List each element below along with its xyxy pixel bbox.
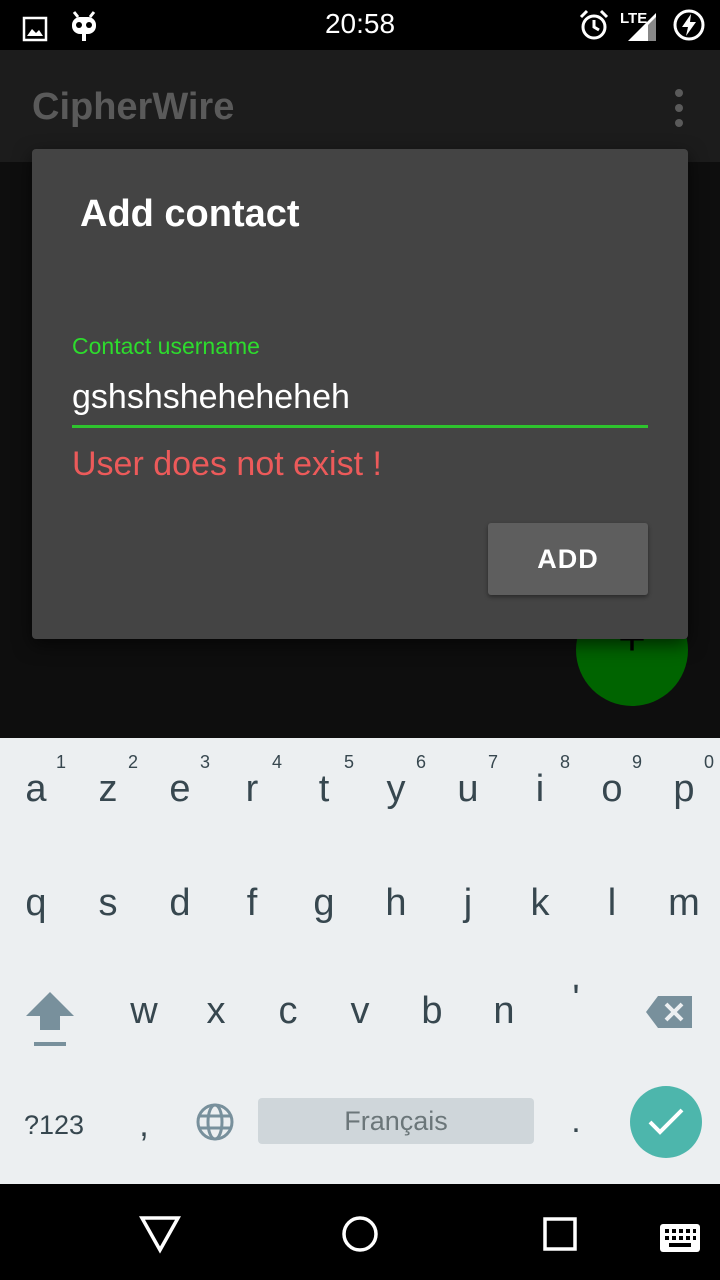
- check-icon: [648, 1108, 684, 1135]
- key-label: a: [25, 768, 47, 810]
- key-j[interactable]: j: [432, 846, 504, 954]
- shift-icon[interactable]: [24, 990, 76, 1052]
- key-label: ,: [139, 1106, 149, 1144]
- key-l[interactable]: l: [576, 846, 648, 954]
- key-label: ': [572, 978, 580, 1020]
- key-y[interactable]: 6y: [360, 738, 432, 846]
- key-label: y: [386, 768, 406, 810]
- key-u[interactable]: 7u: [432, 738, 504, 846]
- key-label: l: [607, 882, 617, 924]
- key-label: t: [318, 768, 330, 810]
- battery-charging-icon: [673, 9, 705, 41]
- key-label: f: [246, 882, 258, 924]
- alarm-icon: [579, 9, 609, 40]
- key-z[interactable]: 2z: [72, 738, 144, 846]
- key-label: v: [350, 990, 370, 1032]
- key-label: u: [457, 768, 479, 810]
- key-s[interactable]: s: [72, 846, 144, 954]
- key-label: n: [493, 990, 515, 1032]
- key-label: ?123: [23, 1110, 85, 1140]
- app-title: CipherWire: [32, 86, 235, 128]
- key-k[interactable]: k: [504, 846, 576, 954]
- key-label: z: [98, 768, 118, 810]
- signal-icon: [628, 13, 656, 41]
- key-label: r: [245, 768, 259, 810]
- key-e[interactable]: 3e: [144, 738, 216, 846]
- key-label: c: [278, 990, 298, 1032]
- key-r[interactable]: 4r: [216, 738, 288, 846]
- back-icon[interactable]: [138, 1212, 182, 1256]
- key-label: o: [601, 768, 623, 810]
- key-q[interactable]: q: [0, 846, 72, 954]
- key-label: p: [673, 768, 695, 810]
- recents-icon[interactable]: [538, 1212, 582, 1256]
- key-h[interactable]: h: [360, 846, 432, 954]
- key-c[interactable]: c: [252, 954, 324, 1062]
- dialog-title: Add contact: [80, 193, 300, 235]
- key-p[interactable]: 0p: [648, 738, 720, 846]
- key-label: s: [98, 882, 118, 924]
- key-x[interactable]: x: [180, 954, 252, 1062]
- error-message: User does not exist !: [72, 445, 382, 483]
- key-label: d: [169, 882, 191, 924]
- key-w[interactable]: w: [108, 954, 180, 1062]
- status-bar: 20:58 LTE: [0, 0, 720, 50]
- key-label: k: [530, 882, 550, 924]
- key-b[interactable]: b: [396, 954, 468, 1062]
- add-contact-dialog: Add contact Contact username User does n…: [32, 149, 688, 639]
- key-f[interactable]: f: [216, 846, 288, 954]
- backspace-icon[interactable]: [644, 994, 694, 1030]
- key-v[interactable]: v: [324, 954, 396, 1062]
- period-key[interactable]: .: [540, 1062, 612, 1170]
- space-bar[interactable]: Français: [258, 1098, 534, 1144]
- key-label: j: [463, 882, 473, 924]
- key-label: q: [25, 882, 47, 924]
- soft-keyboard: 1a 2z 3e 4r 5t 6y 7u 8i 9o 0p q s d f g …: [0, 738, 720, 1184]
- symbols-key[interactable]: ?123: [18, 1062, 90, 1170]
- key-label: x: [206, 990, 226, 1032]
- add-button[interactable]: ADD: [488, 523, 648, 595]
- key-i[interactable]: 8i: [504, 738, 576, 846]
- globe-icon[interactable]: [195, 1102, 235, 1142]
- status-time: 20:58: [324, 8, 396, 39]
- key-n[interactable]: n: [468, 954, 540, 1062]
- key-label: m: [668, 882, 700, 924]
- key-label: .: [571, 1102, 581, 1140]
- app-bar: CipherWire: [0, 50, 720, 162]
- contact-username-input[interactable]: [72, 369, 648, 428]
- key-o[interactable]: 9o: [576, 738, 648, 846]
- keyboard-switch-icon[interactable]: [658, 1216, 702, 1260]
- done-button[interactable]: [630, 1086, 702, 1158]
- key-label: h: [385, 882, 407, 924]
- key-label: e: [169, 768, 191, 810]
- contact-username-label: Contact username: [72, 333, 260, 359]
- key-a[interactable]: 1a: [0, 738, 72, 846]
- key-g[interactable]: g: [288, 846, 360, 954]
- key-label: b: [421, 990, 443, 1032]
- key-label: g: [313, 882, 335, 924]
- comma-key[interactable]: ,: [108, 1062, 180, 1170]
- home-icon[interactable]: [338, 1212, 382, 1256]
- key-label: i: [535, 768, 545, 810]
- key-m[interactable]: m: [648, 846, 720, 954]
- more-vert-icon[interactable]: [674, 88, 684, 128]
- key-label: w: [130, 990, 158, 1032]
- key-apostrophe[interactable]: ': [540, 942, 612, 1050]
- key-d[interactable]: d: [144, 846, 216, 954]
- navigation-bar: [0, 1184, 720, 1280]
- key-t[interactable]: 5t: [288, 738, 360, 846]
